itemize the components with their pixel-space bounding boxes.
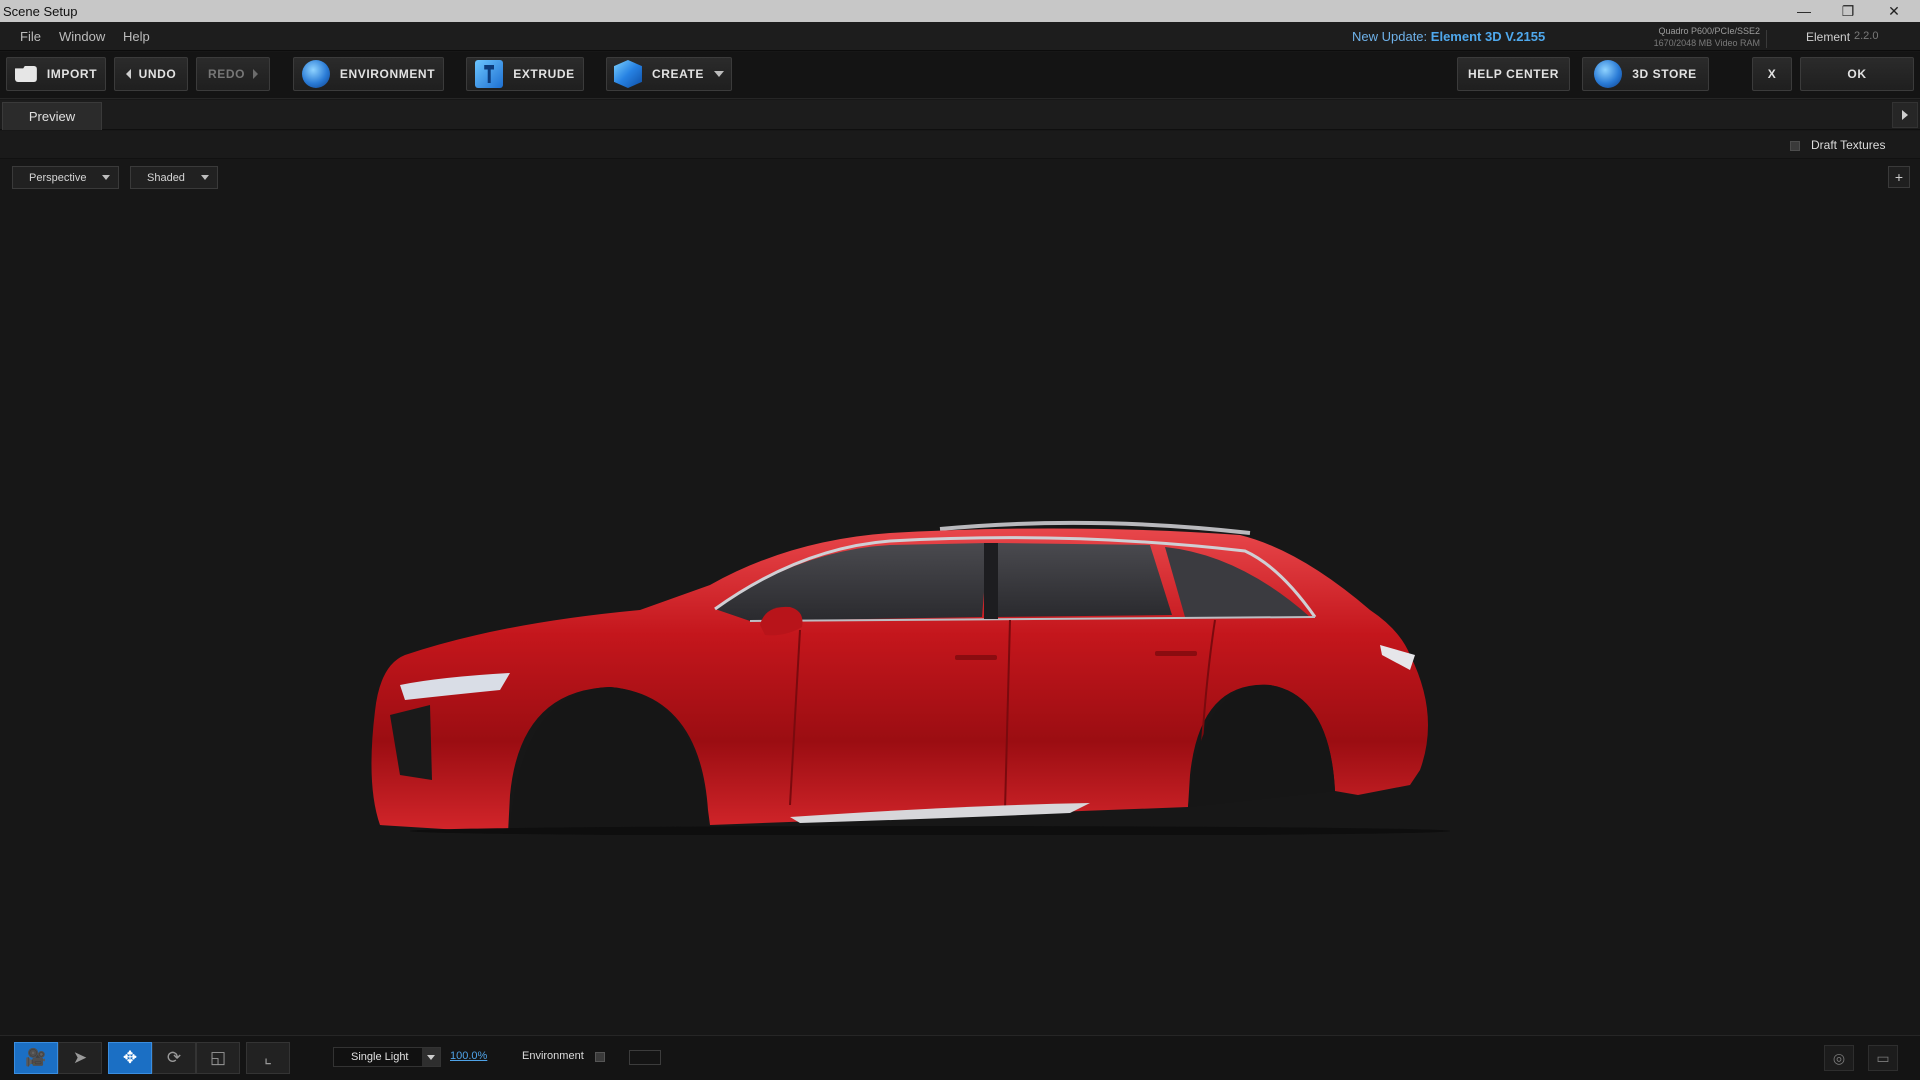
product-version: 2.2.0 xyxy=(1854,30,1879,42)
cancel-label: X xyxy=(1767,67,1777,81)
shading-mode-value: Shaded xyxy=(147,171,185,184)
preview-options-bar: Draft Textures xyxy=(0,131,1920,159)
preview-viewport[interactable]: Perspective Shaded + xyxy=(0,160,1920,1035)
panel-tab-strip: Preview xyxy=(0,100,1920,130)
camera-icon: 🎥 xyxy=(25,1048,47,1067)
target-icon: ◎ xyxy=(1832,1049,1846,1066)
maximize-viewport-button[interactable]: + xyxy=(1888,166,1910,188)
scale-tool-button[interactable]: ◱ xyxy=(196,1042,240,1074)
undo-arrow-icon xyxy=(125,69,131,79)
create-button[interactable]: CREATE xyxy=(606,57,732,91)
gpu-vram: 1670/2048 MB Video RAM xyxy=(1653,38,1760,48)
redo-button[interactable]: REDO xyxy=(196,57,270,91)
camera-mode-dropdown[interactable]: Perspective xyxy=(12,166,119,189)
menu-window[interactable]: Window xyxy=(59,29,105,44)
help-center-label: HELP CENTER xyxy=(1467,67,1560,81)
panel-expand-button[interactable] xyxy=(1892,102,1918,128)
draft-textures-checkbox[interactable] xyxy=(1790,141,1800,151)
select-tool-button[interactable]: ➤ xyxy=(58,1042,102,1074)
light-mode-value: Single Light xyxy=(351,1051,409,1063)
chevron-down-icon xyxy=(427,1054,435,1060)
ok-button[interactable]: OK xyxy=(1800,57,1914,91)
pointer-icon: ➤ xyxy=(72,1048,88,1067)
shading-mode-dropdown[interactable]: Shaded xyxy=(130,166,218,189)
create-label: CREATE xyxy=(651,67,705,81)
display-options-button[interactable]: ▭ xyxy=(1868,1045,1898,1071)
chevron-down-icon xyxy=(102,175,110,180)
undo-button[interactable]: UNDO xyxy=(114,57,188,91)
bottom-toolbar: 🎥 ➤ ✥ ⟳ ◱ ⌞ Single Light 100.0% Environm… xyxy=(0,1035,1920,1080)
store-globe-icon xyxy=(1594,60,1623,88)
environment-checkbox[interactable] xyxy=(595,1052,605,1062)
chevron-down-icon xyxy=(201,175,209,180)
product-name: Element xyxy=(1806,30,1851,44)
update-version-link[interactable]: Element 3D V.2155 xyxy=(1431,29,1545,44)
menu-file[interactable]: File xyxy=(20,29,41,44)
gpu-info: Quadro P600/PCIe/SSE2 1670/2048 MB Video… xyxy=(1620,25,1760,49)
car-model[interactable] xyxy=(370,355,1490,835)
scale-icon: ◱ xyxy=(209,1048,227,1067)
close-window-button[interactable]: ✕ xyxy=(1874,0,1914,22)
b-pillar xyxy=(984,543,998,619)
rotate-icon: ⟳ xyxy=(166,1048,182,1067)
chevron-right-icon xyxy=(1902,110,1908,120)
main-toolbar: IMPORT UNDO REDO ENVIRONMENT EXTRUDE CRE… xyxy=(0,52,1920,99)
environment-label: ENVIRONMENT xyxy=(339,67,436,81)
ok-label: OK xyxy=(1847,67,1867,81)
folder-icon xyxy=(14,66,37,82)
undo-label: UNDO xyxy=(138,67,177,81)
extrude-icon xyxy=(475,60,504,88)
rear-door-handle xyxy=(1155,651,1197,656)
title-bar: Scene Setup — ❐ ✕ xyxy=(0,0,1920,22)
monitor-icon: ▭ xyxy=(1876,1049,1890,1066)
help-center-button[interactable]: HELP CENTER xyxy=(1457,57,1570,91)
move-tool-button[interactable]: ✥ xyxy=(108,1042,152,1074)
restore-button[interactable]: ❐ xyxy=(1828,0,1868,22)
store-label: 3D STORE xyxy=(1632,67,1697,81)
environment-label: Environment xyxy=(522,1050,584,1062)
gpu-name: Quadro P600/PCIe/SSE2 xyxy=(1658,26,1760,36)
move-icon: ✥ xyxy=(122,1048,138,1067)
environment-swatch[interactable] xyxy=(629,1050,661,1065)
globe-icon xyxy=(301,60,330,88)
minimize-button[interactable]: — xyxy=(1784,0,1824,22)
menu-help[interactable]: Help xyxy=(123,29,150,44)
axis-tool-button[interactable]: ⌞ xyxy=(246,1042,290,1074)
light-intensity-value[interactable]: 100.0% xyxy=(450,1050,487,1062)
window-title: Scene Setup xyxy=(3,4,78,19)
menu-separator xyxy=(1766,30,1767,48)
import-label: IMPORT xyxy=(46,67,98,81)
front-door-handle xyxy=(955,655,997,660)
import-button[interactable]: IMPORT xyxy=(6,57,106,91)
environment-button[interactable]: ENVIRONMENT xyxy=(293,57,444,91)
cube-icon xyxy=(613,60,642,88)
light-dropdown-button[interactable] xyxy=(422,1048,440,1066)
redo-arrow-icon xyxy=(253,69,259,79)
update-notice[interactable]: New Update: Element 3D V.2155 xyxy=(1352,29,1545,44)
light-mode-dropdown[interactable]: Single Light xyxy=(333,1047,441,1067)
axis-icon: ⌞ xyxy=(264,1048,272,1067)
cancel-button[interactable]: X xyxy=(1752,57,1792,91)
camera-tool-button[interactable]: 🎥 xyxy=(14,1042,58,1074)
extrude-label: EXTRUDE xyxy=(513,67,575,81)
draft-textures-label: Draft Textures xyxy=(1811,138,1886,152)
rotate-tool-button[interactable]: ⟳ xyxy=(152,1042,196,1074)
redo-label: REDO xyxy=(207,67,246,81)
extrude-button[interactable]: EXTRUDE xyxy=(466,57,584,91)
rear-door-window xyxy=(995,543,1172,617)
update-prefix: New Update: xyxy=(1352,29,1428,44)
light-target-button[interactable]: ◎ xyxy=(1824,1045,1854,1071)
chevron-down-icon xyxy=(714,71,725,77)
camera-mode-value: Perspective xyxy=(29,171,87,184)
3d-store-button[interactable]: 3D STORE xyxy=(1582,57,1709,91)
tab-preview[interactable]: Preview xyxy=(2,102,102,130)
